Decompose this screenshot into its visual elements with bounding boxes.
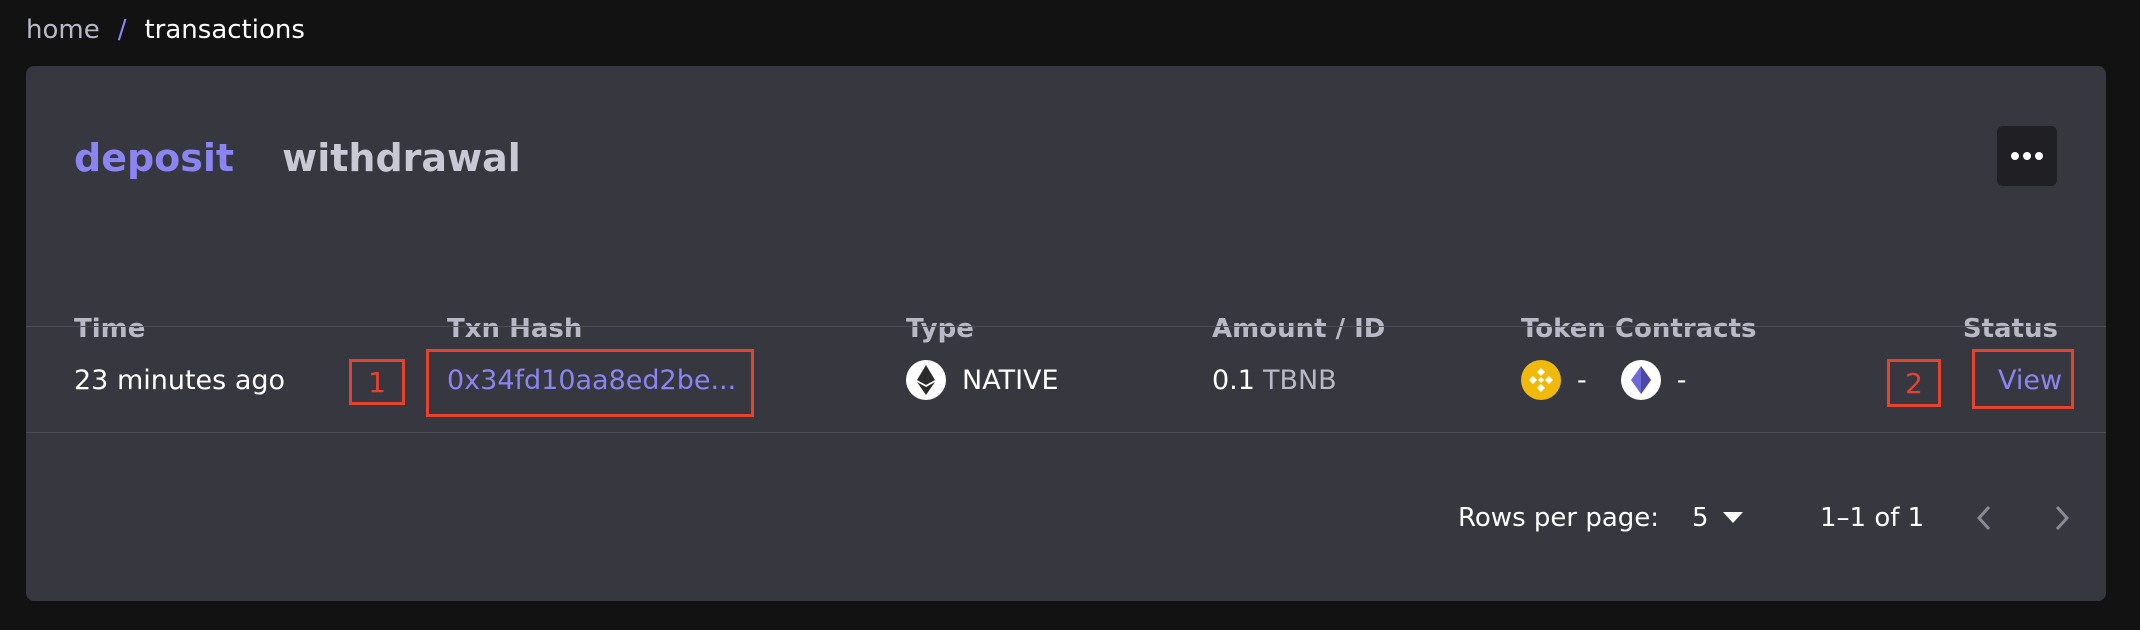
amount-cell: 0.1 TBNB <box>1212 328 1337 432</box>
more-options-button[interactable] <box>1997 126 2057 186</box>
annotation-marker-2: 2 <box>1887 359 1941 407</box>
amount-value: 0.1 <box>1212 364 1255 396</box>
tab-bar: deposit withdrawal <box>74 136 521 180</box>
rows-per-page-select[interactable]: 5 <box>1692 498 1743 538</box>
annotation-marker-1: 1 <box>349 359 405 405</box>
transactions-card: deposit withdrawal Time Txn Hash Type Am… <box>26 66 2106 601</box>
caret-down-icon <box>1722 512 1743 523</box>
breadcrumb-separator: / <box>117 15 127 45</box>
row-divider <box>26 432 2106 433</box>
token-contracts-cell: - - <box>1521 328 1687 432</box>
ethereum-icon <box>1620 360 1661 400</box>
previous-page-button[interactable] <box>1974 498 1994 538</box>
status-cell: View <box>1998 328 2062 432</box>
view-status-link[interactable]: View <box>1998 365 2062 396</box>
chevron-right-icon <box>2055 505 2070 531</box>
hash-cell: 0x34fd10aa8ed2be... <box>447 328 736 432</box>
time-cell: 23 minutes ago <box>74 364 286 396</box>
breadcrumb-home-link[interactable]: home <box>26 12 100 48</box>
breadcrumb-current: transactions <box>144 15 305 45</box>
token-1-contract: - <box>1577 364 1587 396</box>
type-label: NATIVE <box>962 364 1059 396</box>
next-page-button[interactable] <box>2052 498 2072 538</box>
txn-hash-link[interactable]: 0x34fd10aa8ed2be... <box>447 365 736 396</box>
bnb-icon <box>1521 360 1561 400</box>
pagination-bar: Rows per page: 5 1–1 of 1 <box>26 498 2106 538</box>
pagination-range: 1–1 of 1 <box>1820 503 1925 533</box>
table-row: 23 minutes ago 1 0x34fd10aa8ed2be... NAT… <box>26 328 2106 432</box>
token-2-contract: - <box>1676 364 1687 396</box>
amount-unit: TBNB <box>1262 364 1337 396</box>
rows-per-page-label: Rows per page: <box>1458 503 1660 533</box>
header-divider <box>26 326 2106 327</box>
rows-per-page-value: 5 <box>1692 503 1709 533</box>
type-cell: NATIVE <box>906 328 1059 432</box>
tab-deposit[interactable]: deposit <box>74 136 234 180</box>
ethereum-icon <box>906 360 946 400</box>
tab-withdrawal[interactable]: withdrawal <box>282 136 521 180</box>
breadcrumb: home / transactions <box>26 12 305 48</box>
more-horizontal-icon <box>2011 152 2043 160</box>
chevron-left-icon <box>1976 505 1991 531</box>
